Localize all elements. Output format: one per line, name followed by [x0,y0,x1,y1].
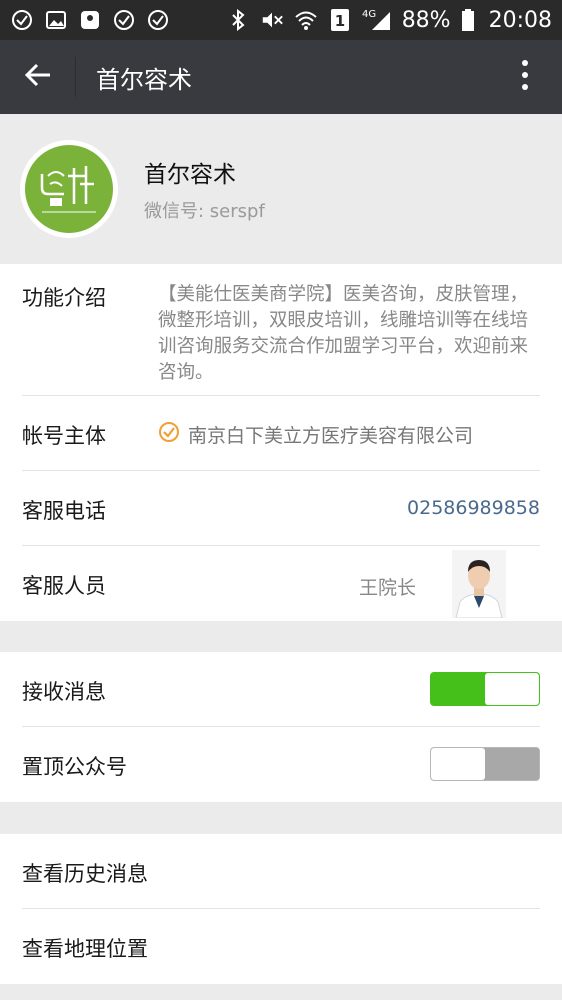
toggle-knob [431,748,485,780]
system-status: 1 4G 88% 20:08 [226,8,552,33]
owner-label: 帐号主体 [22,424,106,448]
sim-slot-label: 1 [334,12,344,30]
pin-account-row: 置顶公众号 [22,727,540,802]
view-history-label: 查看历史消息 [22,862,148,886]
staff-photo[interactable] [452,550,506,618]
intro-text: 【美能仕医美商学院】医美咨询，皮肤管理，微整形培训，双眼皮培训，线雕培训等在线培… [158,284,529,383]
back-button[interactable] [0,57,76,97]
pin-account-label: 置顶公众号 [22,755,127,779]
phone-row[interactable]: 客服电话 02586989858 [22,471,540,546]
back-arrow-icon [24,61,52,93]
battery-icon [461,8,475,32]
wechat-notification-icon-2 [112,8,136,32]
more-options-button[interactable] [488,40,562,114]
account-info-section: 功能介绍 【美能仕医美商学院】医美咨询，皮肤管理，微整形培训，双眼皮培训，线雕培… [0,264,562,621]
battery-percent: 88% [401,7,451,33]
account-logo [25,145,113,233]
page-title: 首尔容术 [96,65,192,94]
avatar[interactable] [20,140,118,238]
wechat-notification-icon [10,8,34,32]
owner-row[interactable]: 帐号主体 南京白下美立方医疗美容有限公司 [22,396,540,471]
staff-label: 客服人员 [22,574,106,598]
staff-row[interactable]: 客服人员 王院长 [22,546,540,621]
bluetooth-icon [226,8,250,32]
more-vertical-icon [521,59,529,95]
staff-name: 王院长 [358,577,416,599]
gallery-notification-icon [44,8,68,32]
owner-value: 南京白下美立方医疗美容有限公司 [188,425,474,447]
phone-label: 客服电话 [22,499,106,523]
intro-row: 功能介绍 【美能仕医美商学院】医美咨询，皮肤管理，微整形培训，双眼皮培训，线雕培… [22,264,540,396]
status-bar: 1 4G 88% 20:08 [0,0,562,40]
intro-label: 功能介绍 [22,286,106,310]
wechat-id: 微信号: serspf [144,201,265,222]
verified-check-icon [158,421,180,448]
network-type-label: 4G [362,9,376,20]
view-location-label: 查看地理位置 [22,937,148,961]
title-bar: 首尔容术 [0,40,562,114]
pin-account-toggle[interactable] [430,747,540,781]
receive-messages-row: 接收消息 [22,652,540,727]
account-profile-header: 首尔容术 微信号: serspf [0,114,562,264]
view-history-row[interactable]: 查看历史消息 [22,834,540,909]
app-notification-icon [78,8,102,32]
receive-messages-label: 接收消息 [22,680,106,704]
message-settings-section: 接收消息 置顶公众号 [0,652,562,802]
wechat-notification-icon-3 [146,8,170,32]
links-section: 查看历史消息 查看地理位置 [0,834,562,984]
sim-slot-icon: 1 [328,8,352,32]
receive-messages-toggle[interactable] [430,672,540,706]
phone-link[interactable]: 02586989858 [407,497,540,519]
account-name: 首尔容术 [144,162,236,188]
view-location-row[interactable]: 查看地理位置 [22,909,540,984]
clock: 20:08 [488,7,552,33]
vibrate-mute-icon [260,8,284,32]
toggle-knob [485,673,539,705]
wifi-icon [294,8,318,32]
notification-icons [10,8,170,32]
signal-icon: 4G [362,8,392,32]
